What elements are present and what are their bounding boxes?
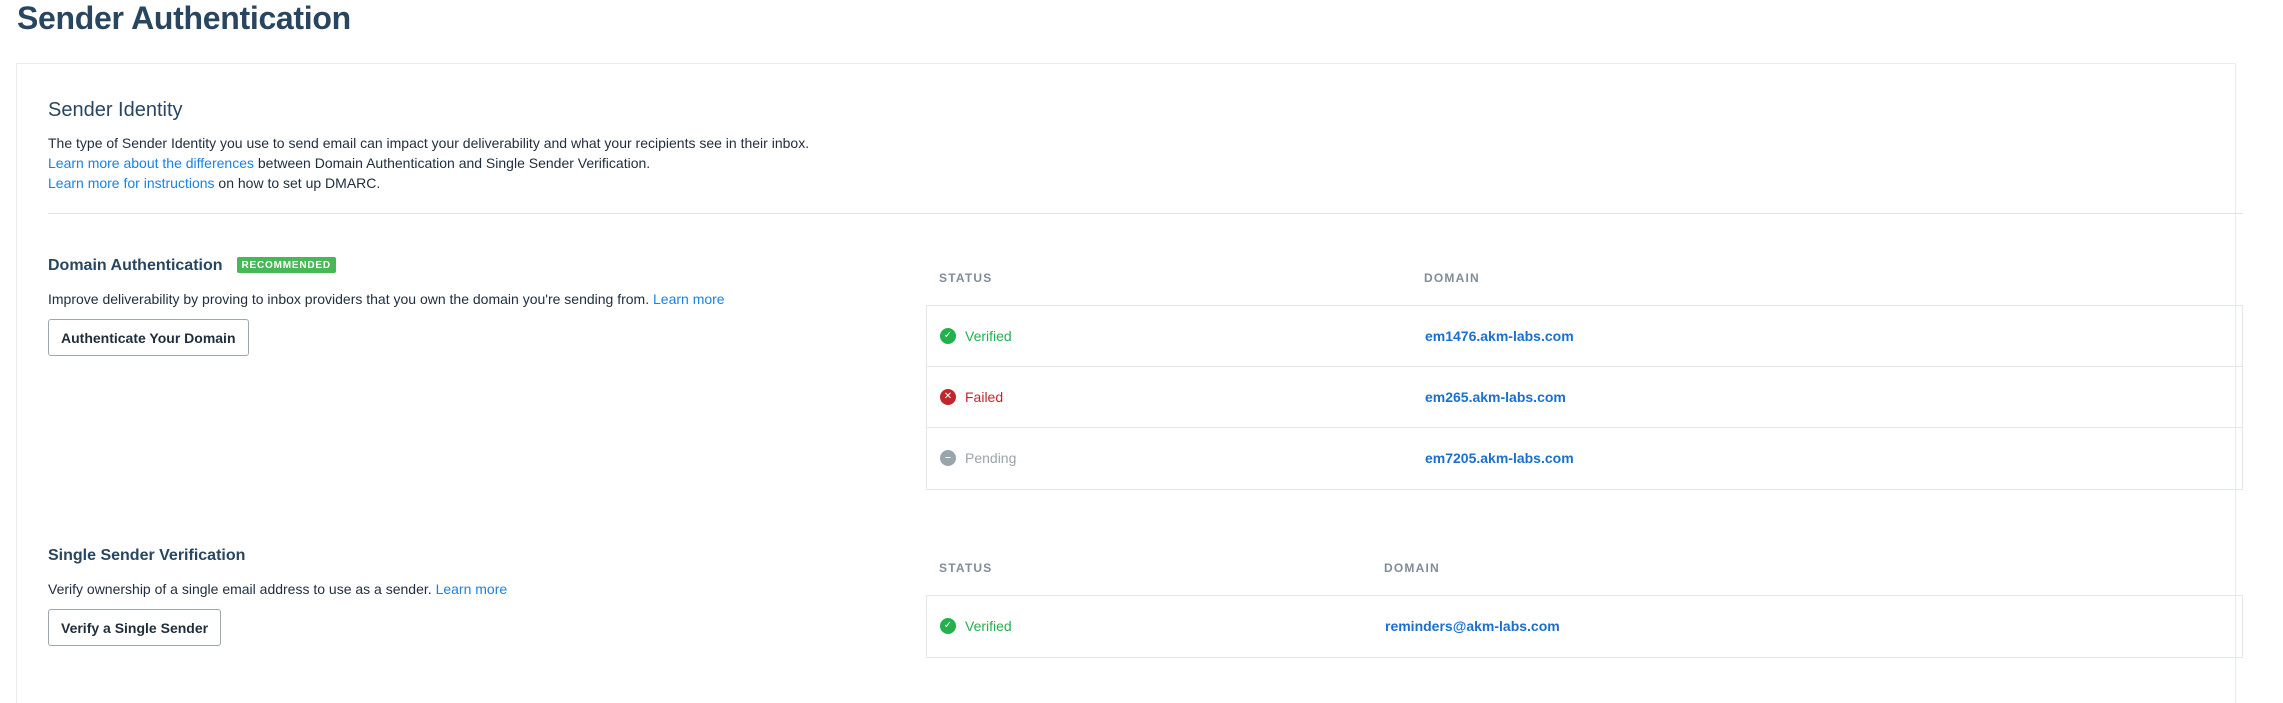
table-row: – Pending em7205.akm-labs.com — [927, 428, 2242, 489]
intro-description: The type of Sender Identity you use to s… — [48, 135, 810, 151]
sender-status-column-header: STATUS — [939, 561, 993, 575]
table-row: ✓ Verified em1476.akm-labs.com — [927, 306, 2242, 367]
table-row: ✓ Verified reminders@akm-labs.com — [927, 596, 2242, 657]
status-label: Failed — [965, 389, 1004, 405]
domain-link[interactable]: em7205.akm-labs.com — [1425, 449, 1574, 467]
single-sender-title: Single Sender Verification — [48, 547, 246, 564]
domain-auth-title-text: Domain Authentication — [48, 257, 223, 274]
table-row: ✕ Failed em265.akm-labs.com — [927, 367, 2242, 428]
domain-link[interactable]: em1476.akm-labs.com — [1425, 327, 1574, 345]
domain-link[interactable]: em265.akm-labs.com — [1425, 388, 1566, 406]
check-circle-icon: ✓ — [940, 328, 956, 344]
domain-auth-table: ✓ Verified em1476.akm-labs.com ✕ Failed … — [926, 305, 2243, 490]
dmarc-text: on how to set up DMARC. — [214, 175, 381, 191]
domain-status-column-header: STATUS — [939, 271, 993, 285]
authenticate-domain-button[interactable]: Authenticate Your Domain — [48, 319, 249, 356]
differences-text: between Domain Authentication and Single… — [254, 155, 651, 171]
domain-auth-desc-text: Improve deliverability by proving to inb… — [48, 291, 653, 307]
single-sender-learn-more-link[interactable]: Learn more — [436, 581, 508, 597]
domain-auth-description: Improve deliverability by proving to inb… — [48, 290, 725, 308]
section-title: Sender Identity — [48, 99, 183, 121]
sender-domain-column-header: DOMAIN — [1384, 561, 1440, 575]
x-circle-icon: ✕ — [940, 389, 956, 405]
status-label: Verified — [965, 618, 1012, 634]
recommended-badge: RECOMMENDED — [236, 257, 336, 273]
minus-circle-icon: – — [940, 450, 956, 466]
domain-auth-learn-more-link[interactable]: Learn more — [653, 291, 725, 307]
status-verified: ✓ Verified — [940, 617, 1012, 635]
verify-single-sender-button[interactable]: Verify a Single Sender — [48, 609, 222, 646]
check-circle-icon: ✓ — [940, 618, 956, 634]
divider — [48, 213, 2243, 214]
single-sender-table: ✓ Verified reminders@akm-labs.com — [926, 595, 2243, 658]
status-verified: ✓ Verified — [940, 327, 1012, 345]
intro-dmarc-line: Learn more for instructions on how to se… — [48, 173, 809, 193]
sender-identity-intro: The type of Sender Identity you use to s… — [48, 133, 809, 193]
sender-identity-card: Sender Identity The type of Sender Ident… — [16, 63, 2243, 703]
intro-differences-line: Learn more about the differences between… — [48, 153, 809, 173]
single-sender-desc-text: Verify ownership of a single email addre… — [48, 581, 436, 597]
domain-column-header: DOMAIN — [1424, 271, 1480, 285]
sender-email-link[interactable]: reminders@akm-labs.com — [1385, 617, 1560, 635]
status-failed: ✕ Failed — [940, 388, 1003, 406]
single-sender-description: Verify ownership of a single email addre… — [48, 580, 507, 598]
status-label: Verified — [965, 328, 1012, 344]
domain-auth-title: Domain Authentication RECOMMENDED — [48, 256, 336, 276]
learn-differences-link[interactable]: Learn more about the differences — [48, 155, 254, 171]
dmarc-instructions-link[interactable]: Learn more for instructions — [48, 175, 215, 191]
status-pending: – Pending — [940, 449, 1016, 467]
status-label: Pending — [965, 450, 1017, 466]
page-title: Sender Authentication — [17, 0, 351, 36]
